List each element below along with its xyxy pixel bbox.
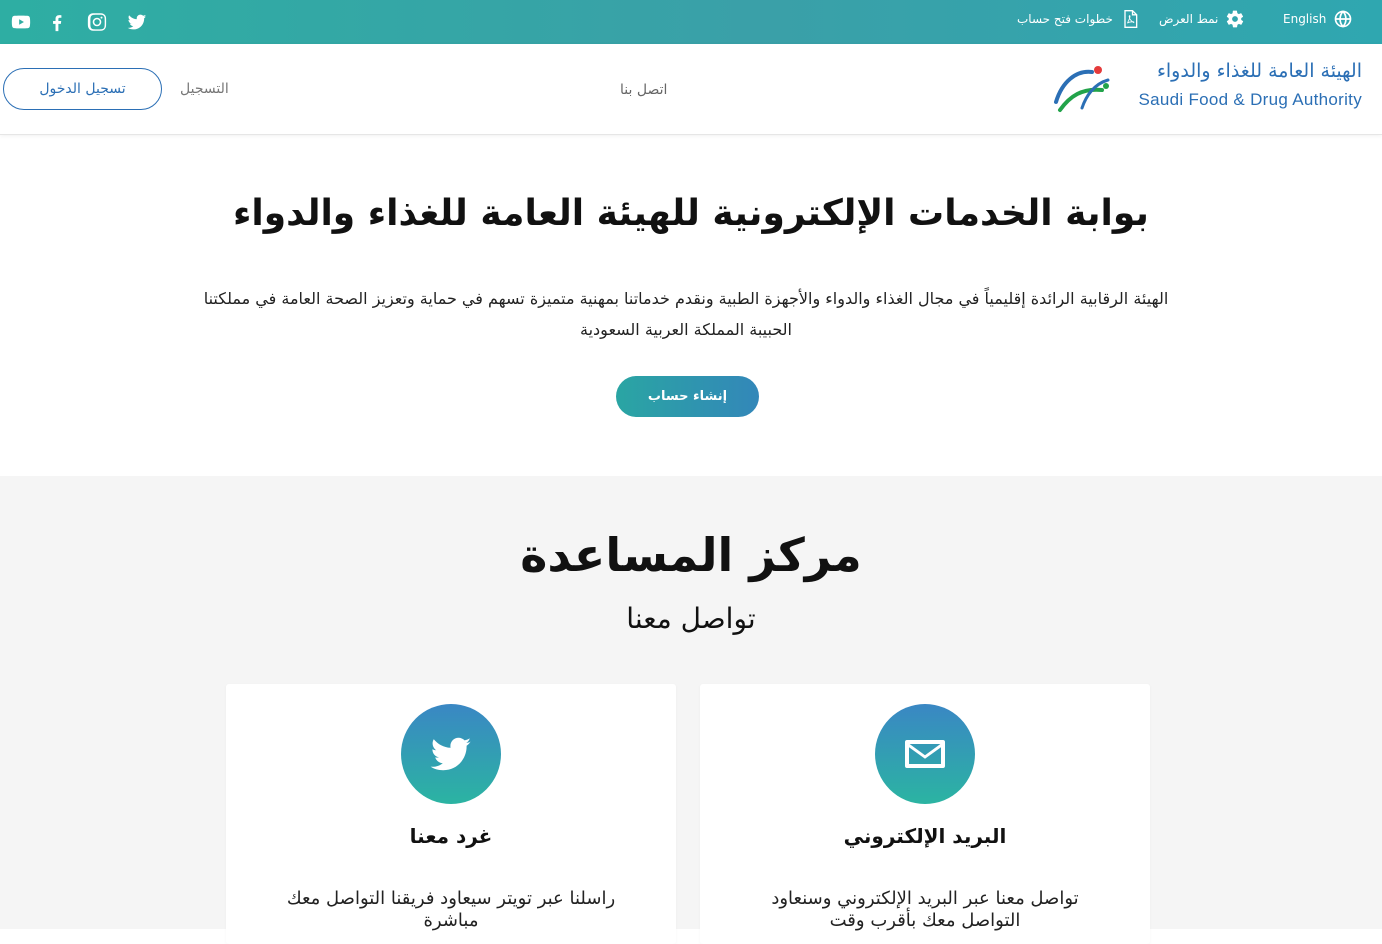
logo-english-text: Saudi Food & Drug Authority — [1138, 90, 1362, 109]
hero-title: بوابة الخدمات الإلكترونية للهيئة العامة … — [233, 193, 1149, 234]
create-account-button[interactable]: إنشاء حساب — [616, 376, 759, 417]
help-center-title: مركز المساعدة — [520, 528, 862, 582]
twitter-card-text: راسلنا عبر تويتر سيعاود فريقنا التواصل م… — [286, 888, 616, 931]
sfda-logo[interactable]: الهيئة العامة للغذاء والدواء Saudi Food … — [1052, 60, 1362, 118]
envelope-icon[interactable] — [875, 704, 975, 804]
twitter-card-title: غرد معنا — [409, 824, 493, 848]
email-card: البريد الإلكتروني تواصل معنا عبر البريد … — [700, 684, 1150, 944]
nav-contact-us[interactable]: اتصل بنا — [620, 82, 667, 98]
email-card-text: تواصل معنا عبر البريد الإلكتروني وسنعاود… — [771, 888, 1079, 931]
instagram-icon[interactable] — [82, 7, 112, 37]
logo-arabic-text: الهيئة العامة للغذاء والدواء — [1156, 60, 1362, 82]
account-steps-link[interactable]: خطوات فتح حساب — [1017, 0, 1140, 38]
help-center-section: مركز المساعدة تواصل معنا البريد الإلكترو… — [0, 476, 1382, 944]
twitter-bird-icon[interactable] — [401, 704, 501, 804]
hero-description: الهيئة الرقابية الرائدة إقليمياً في مجال… — [203, 289, 1169, 339]
gear-icon — [1227, 10, 1244, 28]
sfda-logo-mark — [1054, 66, 1110, 112]
help-center-subtitle: تواصل معنا — [626, 602, 756, 635]
twitter-card: غرد معنا راسلنا عبر تويتر سيعاود فريقنا … — [226, 684, 676, 944]
language-label: English — [1283, 12, 1327, 26]
login-button[interactable]: تسجيل الدخول — [3, 68, 162, 110]
facebook-icon[interactable] — [42, 7, 72, 37]
twitter-icon[interactable] — [122, 7, 152, 37]
display-mode-label: نمط العرض — [1159, 12, 1219, 26]
pdf-file-icon — [1124, 10, 1138, 28]
account-steps-label: خطوات فتح حساب — [1017, 12, 1113, 26]
top-bar: English نمط العرض خطوات فتح حساب — [0, 0, 1382, 44]
display-mode-button[interactable]: نمط العرض — [1159, 0, 1245, 38]
main-header: الهيئة العامة للغذاء والدواء Saudi Food … — [0, 44, 1382, 135]
email-card-title: البريد الإلكتروني — [843, 824, 1007, 848]
globe-icon — [1335, 10, 1352, 28]
language-switch[interactable]: English — [1283, 0, 1353, 38]
youtube-icon[interactable] — [6, 7, 36, 37]
nav-register[interactable]: التسجيل — [180, 81, 229, 97]
